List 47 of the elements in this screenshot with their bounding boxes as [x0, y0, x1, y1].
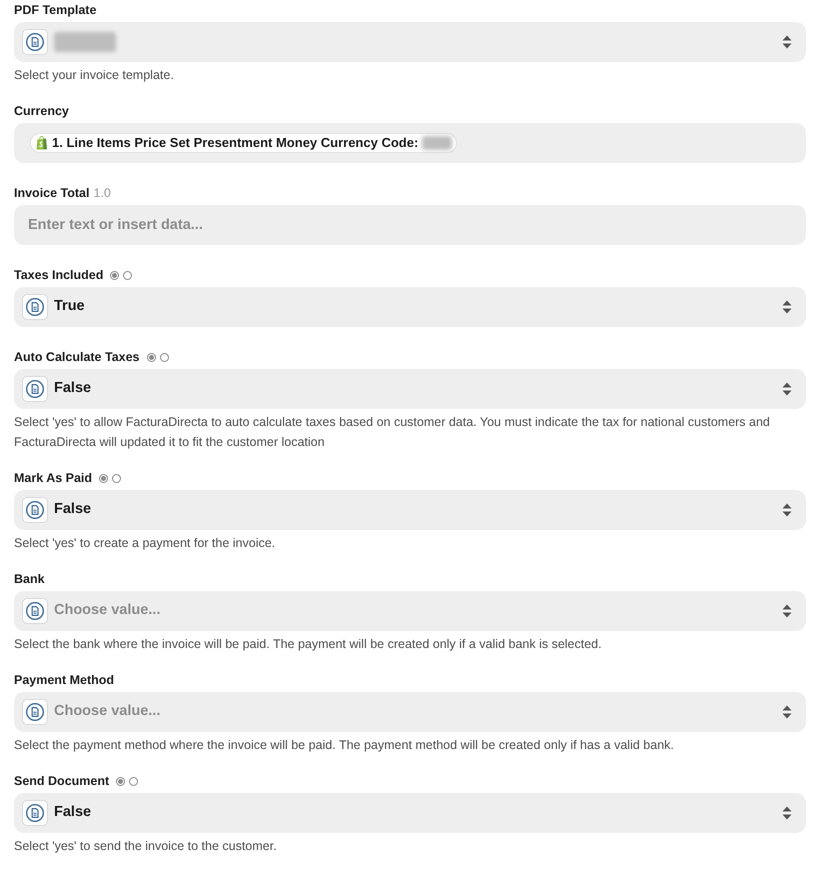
- field-label: Currency: [14, 103, 69, 120]
- radio-button[interactable]: [116, 776, 126, 786]
- help-text: Select 'yes' to send the invoice to the customer.: [14, 838, 278, 855]
- field-label: Payment Method: [14, 672, 114, 689]
- field-label: Taxes Included: [14, 267, 104, 284]
- select-field[interactable]: False: [14, 793, 806, 833]
- field-label: Bank: [14, 571, 45, 588]
- document-icon: [22, 598, 48, 624]
- document-icon: [22, 800, 48, 826]
- document-icon: [22, 699, 48, 725]
- radio-button[interactable]: [99, 474, 108, 482]
- shopping-bag-icon: [36, 136, 48, 150]
- field-label: Auto Calculate Taxes: [14, 349, 140, 366]
- help-text: Select the payment method where the invoice will be paid. The payment method will be created only if has a valid bank.: [14, 737, 675, 754]
- mapped-field[interactable]: 1. Line Items Price Set Presentment Money Currency Code:: [14, 123, 806, 163]
- field-label: Invoice Total: [14, 185, 90, 202]
- select-field[interactable]: True: [14, 287, 806, 327]
- help-text: Select the bank where the invoice will be paid. The payment will be created only if a valid bank is selected.: [14, 636, 603, 653]
- select-field[interactable]: False: [14, 490, 806, 530]
- radio-button[interactable]: [123, 270, 132, 280]
- select-field[interactable]: False: [14, 369, 806, 409]
- radio-button[interactable]: [129, 776, 138, 786]
- help-text: Select 'yes' to allow FacturaDirecta to auto calculate taxes based on customer data. You must indicate the tax for national customers and FacturaDirecta will updated it to fit the customer location: [14, 414, 771, 451]
- field-label: PDF Template: [14, 2, 96, 19]
- label-note: 1.0: [93, 185, 111, 202]
- up-down-caret-icon: [782, 705, 792, 719]
- up-down-caret-icon: [782, 604, 792, 618]
- document-icon: [22, 294, 48, 320]
- help-text: Select your invoice template.: [14, 67, 175, 84]
- document-icon: [22, 497, 48, 523]
- field-label: Mark As Paid: [14, 470, 92, 487]
- document-icon: [22, 376, 48, 402]
- select-field[interactable]: [14, 22, 806, 62]
- field-label: Send Document: [14, 773, 110, 790]
- data-pill[interactable]: 1. Line Items Price Set Presentment Money Currency Code:: [30, 133, 458, 153]
- up-down-caret-icon: [782, 503, 792, 517]
- up-down-caret-icon: [782, 300, 792, 314]
- up-down-caret-icon: [782, 806, 792, 820]
- radio-button[interactable]: [146, 352, 156, 362]
- radio-button[interactable]: [110, 270, 120, 280]
- radio-button[interactable]: [160, 352, 169, 362]
- help-text: Select 'yes' to create a payment for the invoice.: [14, 535, 276, 552]
- text-field[interactable]: Enter text or insert data...: [14, 205, 806, 245]
- up-down-caret-icon: [782, 35, 792, 49]
- radio-button[interactable]: [112, 474, 122, 482]
- document-icon: [22, 29, 48, 55]
- up-down-caret-icon: [782, 382, 792, 396]
